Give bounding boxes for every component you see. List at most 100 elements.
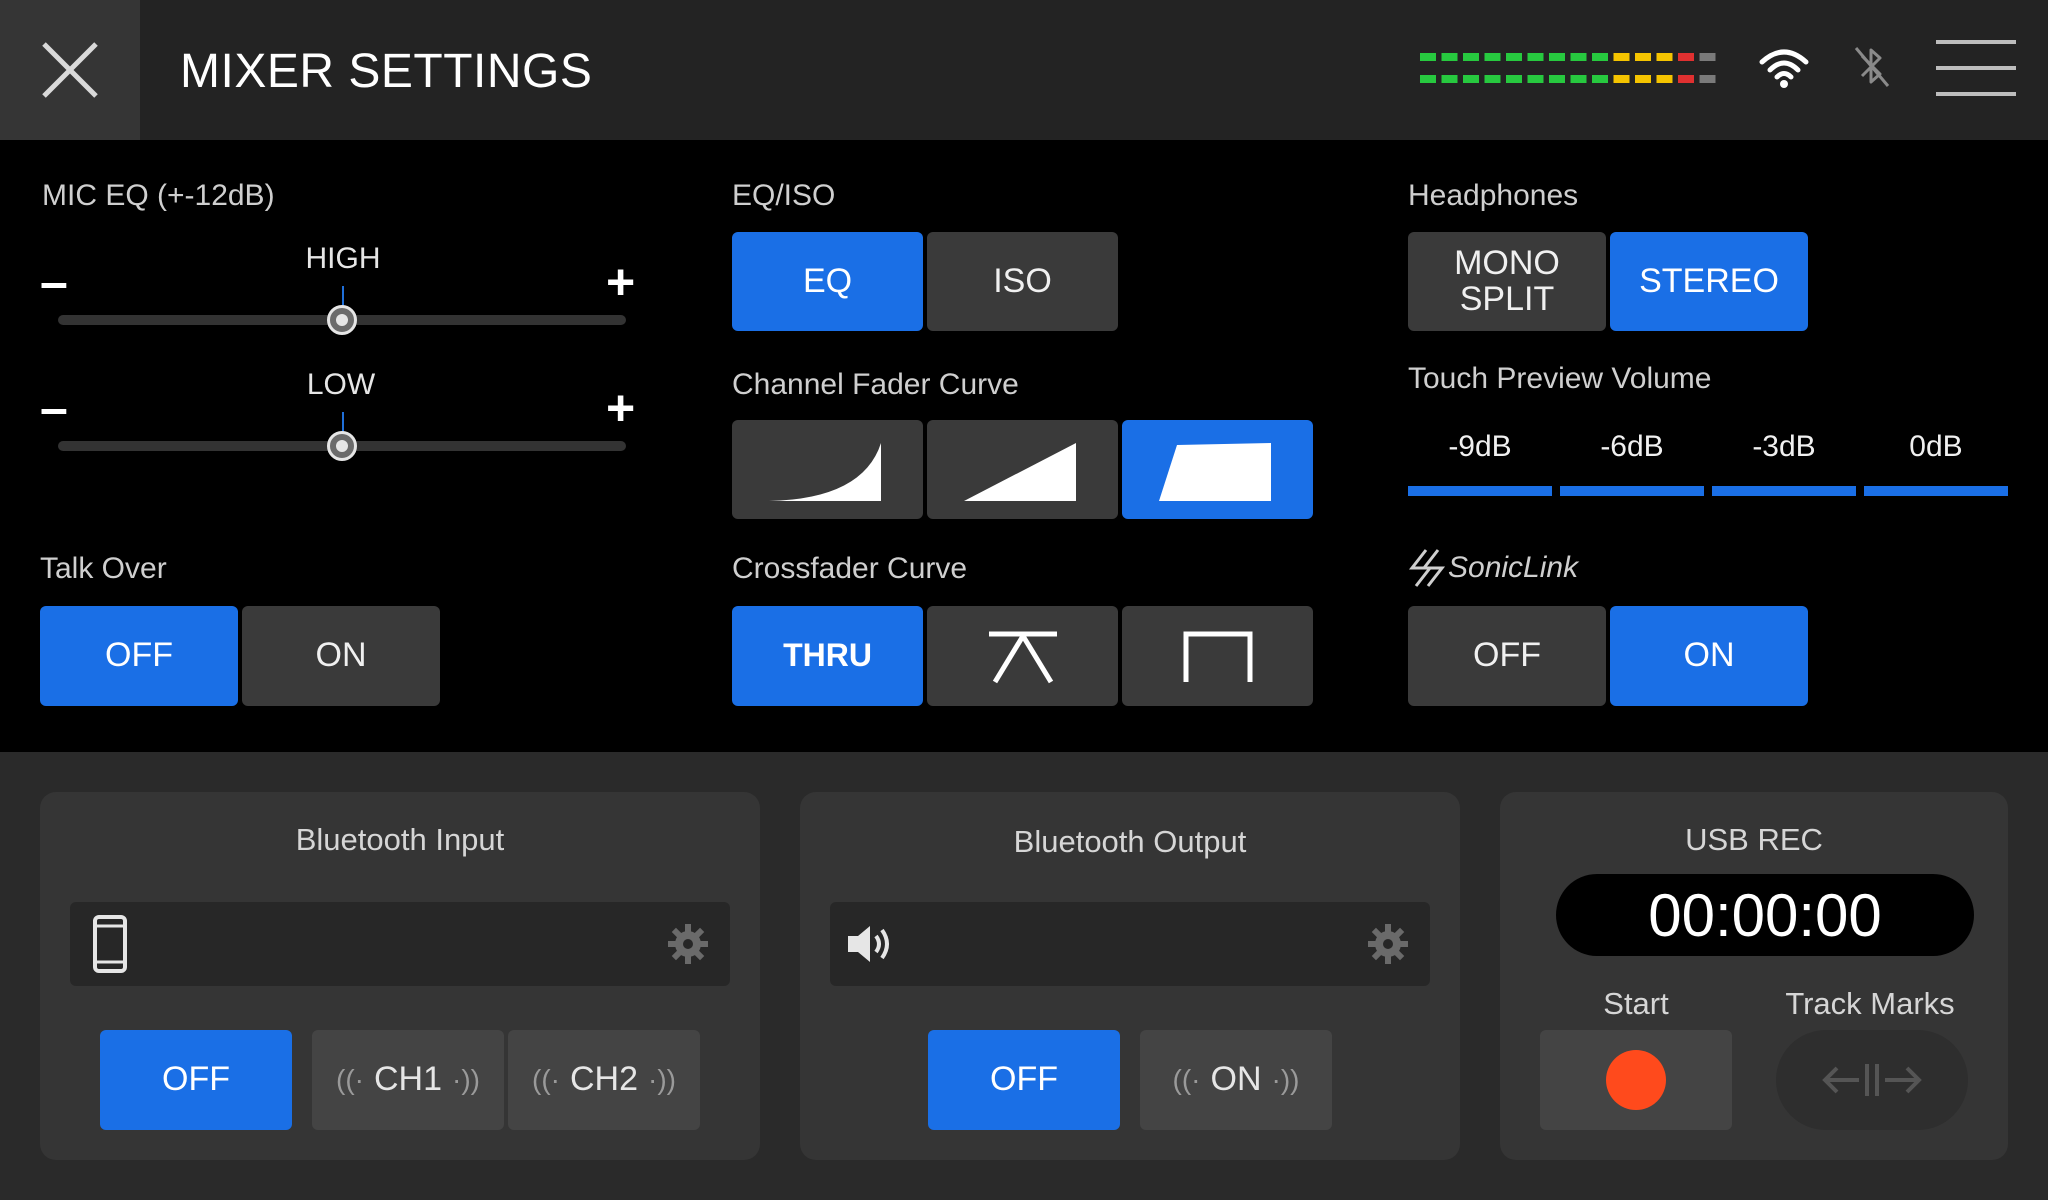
channel-fader-curve-label: Channel Fader Curve (732, 368, 1019, 401)
level-meter-segment (1527, 53, 1544, 61)
track-marks-button[interactable] (1776, 1030, 1968, 1130)
gear-icon[interactable] (1366, 922, 1410, 966)
slow-cut-curve-icon (768, 442, 881, 501)
preview-volume-minus9-button[interactable]: -9dB (1408, 430, 1552, 464)
wifi-icon (1759, 49, 1809, 88)
soniclink-on-button[interactable]: ON (1610, 606, 1808, 706)
channel-fader-curve-selector (732, 420, 1313, 519)
sharp-cut-curve-button[interactable] (1122, 606, 1313, 706)
level-meter-segment (1506, 75, 1522, 83)
talk-over-toggle: OFF ON (40, 606, 440, 706)
bluetooth-output-on-button[interactable]: ((· ON ·)) (1140, 1030, 1332, 1130)
bluetooth-input-title: Bluetooth Input (295, 822, 505, 857)
linear-curve-icon (963, 442, 1076, 501)
level-meter-segment (1484, 75, 1501, 83)
bluetooth-output-title: Bluetooth Output (1013, 824, 1247, 859)
high-decrease-button[interactable]: – (40, 257, 68, 307)
record-start-button[interactable] (1540, 1030, 1732, 1130)
thru-button[interactable]: THRU (732, 606, 923, 706)
track-marks-icon (1822, 1064, 1922, 1096)
headphones-label: Headphones (1408, 179, 1579, 212)
fast-cut-curve-button[interactable] (1122, 420, 1313, 519)
signal-left-icon: ((· (532, 1064, 560, 1096)
mic-eq-label: MIC EQ (+-12dB) (42, 179, 275, 212)
preview-volume-minus6-button[interactable]: -6dB (1560, 430, 1704, 464)
bluetooth-off-icon[interactable] (1850, 42, 1894, 90)
level-meter-segment (1678, 75, 1694, 83)
soniclink-off-button[interactable]: OFF (1408, 606, 1606, 706)
level-meter-segment (1484, 53, 1501, 61)
low-eq-slider-knob[interactable] (327, 431, 357, 461)
low-label: LOW (306, 368, 376, 401)
bluetooth-input-channel-selector: ((· CH1 ·)) ((· CH2 ·)) (312, 1030, 700, 1130)
mono-split-line1: MONO (1454, 243, 1560, 282)
level-meter-segment (1699, 53, 1716, 61)
level-meter-segment (1656, 75, 1673, 83)
signal-left-icon: ((· (336, 1064, 364, 1096)
signal-left-icon: ((· (1172, 1064, 1201, 1096)
level-meter-segment (1420, 75, 1436, 83)
track-marks-label: Track Marks (1785, 986, 1955, 1021)
level-meter-segment (1549, 53, 1565, 61)
level-meter-segment (1420, 53, 1436, 61)
soniclink-icon (1408, 549, 1446, 587)
crossfader-curve-selector: THRU (732, 606, 1313, 706)
close-icon (42, 42, 98, 98)
linear-curve-button[interactable] (927, 420, 1118, 519)
level-meter-segment (1570, 75, 1587, 83)
sharp-cut-curve-icon (1183, 631, 1252, 682)
level-meter-segment (1441, 75, 1458, 83)
stereo-button[interactable]: STEREO (1610, 232, 1808, 331)
bluetooth-input-device-row[interactable] (70, 902, 730, 986)
preview-volume-minus3-button[interactable]: -3dB (1712, 430, 1856, 464)
level-meter-segment (1656, 53, 1673, 61)
soniclink-logo: SonicLink (1408, 548, 1578, 588)
mono-split-button[interactable]: MONO SPLIT (1408, 232, 1606, 331)
signal-right-icon: ·)) (452, 1064, 480, 1096)
soniclink-toggle: OFF ON (1408, 606, 1808, 706)
usb-rec-title: USB REC (1685, 822, 1823, 857)
high-increase-button[interactable]: + (606, 257, 635, 307)
bluetooth-output-off-button[interactable]: OFF (928, 1030, 1120, 1130)
bluetooth-output-on-label: ON (1210, 1060, 1262, 1099)
constant-power-curve-button[interactable] (927, 606, 1118, 706)
gear-icon[interactable] (666, 922, 710, 966)
level-meter-segment (1613, 75, 1630, 83)
level-meter-segment (1635, 75, 1651, 83)
ch2-label: CH2 (569, 1060, 639, 1099)
high-eq-slider-knob[interactable] (327, 305, 357, 335)
level-meter-segment (1549, 75, 1565, 83)
slow-cut-curve-button[interactable] (732, 420, 923, 519)
eq-button[interactable]: EQ (732, 232, 923, 331)
eq-iso-label: EQ/ISO (732, 179, 836, 212)
level-meter-segment (1635, 53, 1651, 61)
level-meter-segment (1592, 75, 1608, 83)
bluetooth-input-ch1-button[interactable]: ((· CH1 ·)) (312, 1030, 504, 1130)
close-button[interactable] (0, 0, 140, 140)
bluetooth-output-device-row[interactable] (830, 902, 1430, 986)
preview-volume-0db-button[interactable]: 0dB (1864, 430, 2008, 464)
talk-over-label: Talk Over (40, 552, 167, 585)
iso-button[interactable]: ISO (927, 232, 1118, 331)
level-meter-segment (1527, 75, 1544, 83)
talk-over-on-button[interactable]: ON (242, 606, 440, 706)
level-meter-segment (1678, 53, 1694, 61)
bluetooth-input-ch2-button[interactable]: ((· CH2 ·)) (508, 1030, 700, 1130)
signal-right-icon: ·)) (648, 1064, 676, 1096)
headphones-toggle: MONO SPLIT STEREO (1408, 232, 1808, 331)
menu-icon[interactable] (1936, 36, 2016, 100)
high-label: HIGH (305, 242, 381, 275)
fast-cut-curve-icon (1158, 442, 1271, 501)
level-meter-segment (1506, 53, 1522, 61)
low-decrease-button[interactable]: – (40, 383, 68, 433)
phone-icon (93, 915, 127, 973)
header-bar: MIXER SETTINGS (0, 0, 2048, 140)
low-increase-button[interactable]: + (606, 383, 635, 433)
recording-timer: 00:00:00 (1556, 874, 1974, 956)
eq-iso-toggle: EQ ISO (732, 232, 1118, 331)
talk-over-off-button[interactable]: OFF (40, 606, 238, 706)
preview-volume-bar-4 (1864, 486, 2008, 496)
bluetooth-input-off-button[interactable]: OFF (100, 1030, 292, 1130)
speaker-icon (848, 926, 889, 962)
ch1-label: CH1 (373, 1060, 443, 1099)
